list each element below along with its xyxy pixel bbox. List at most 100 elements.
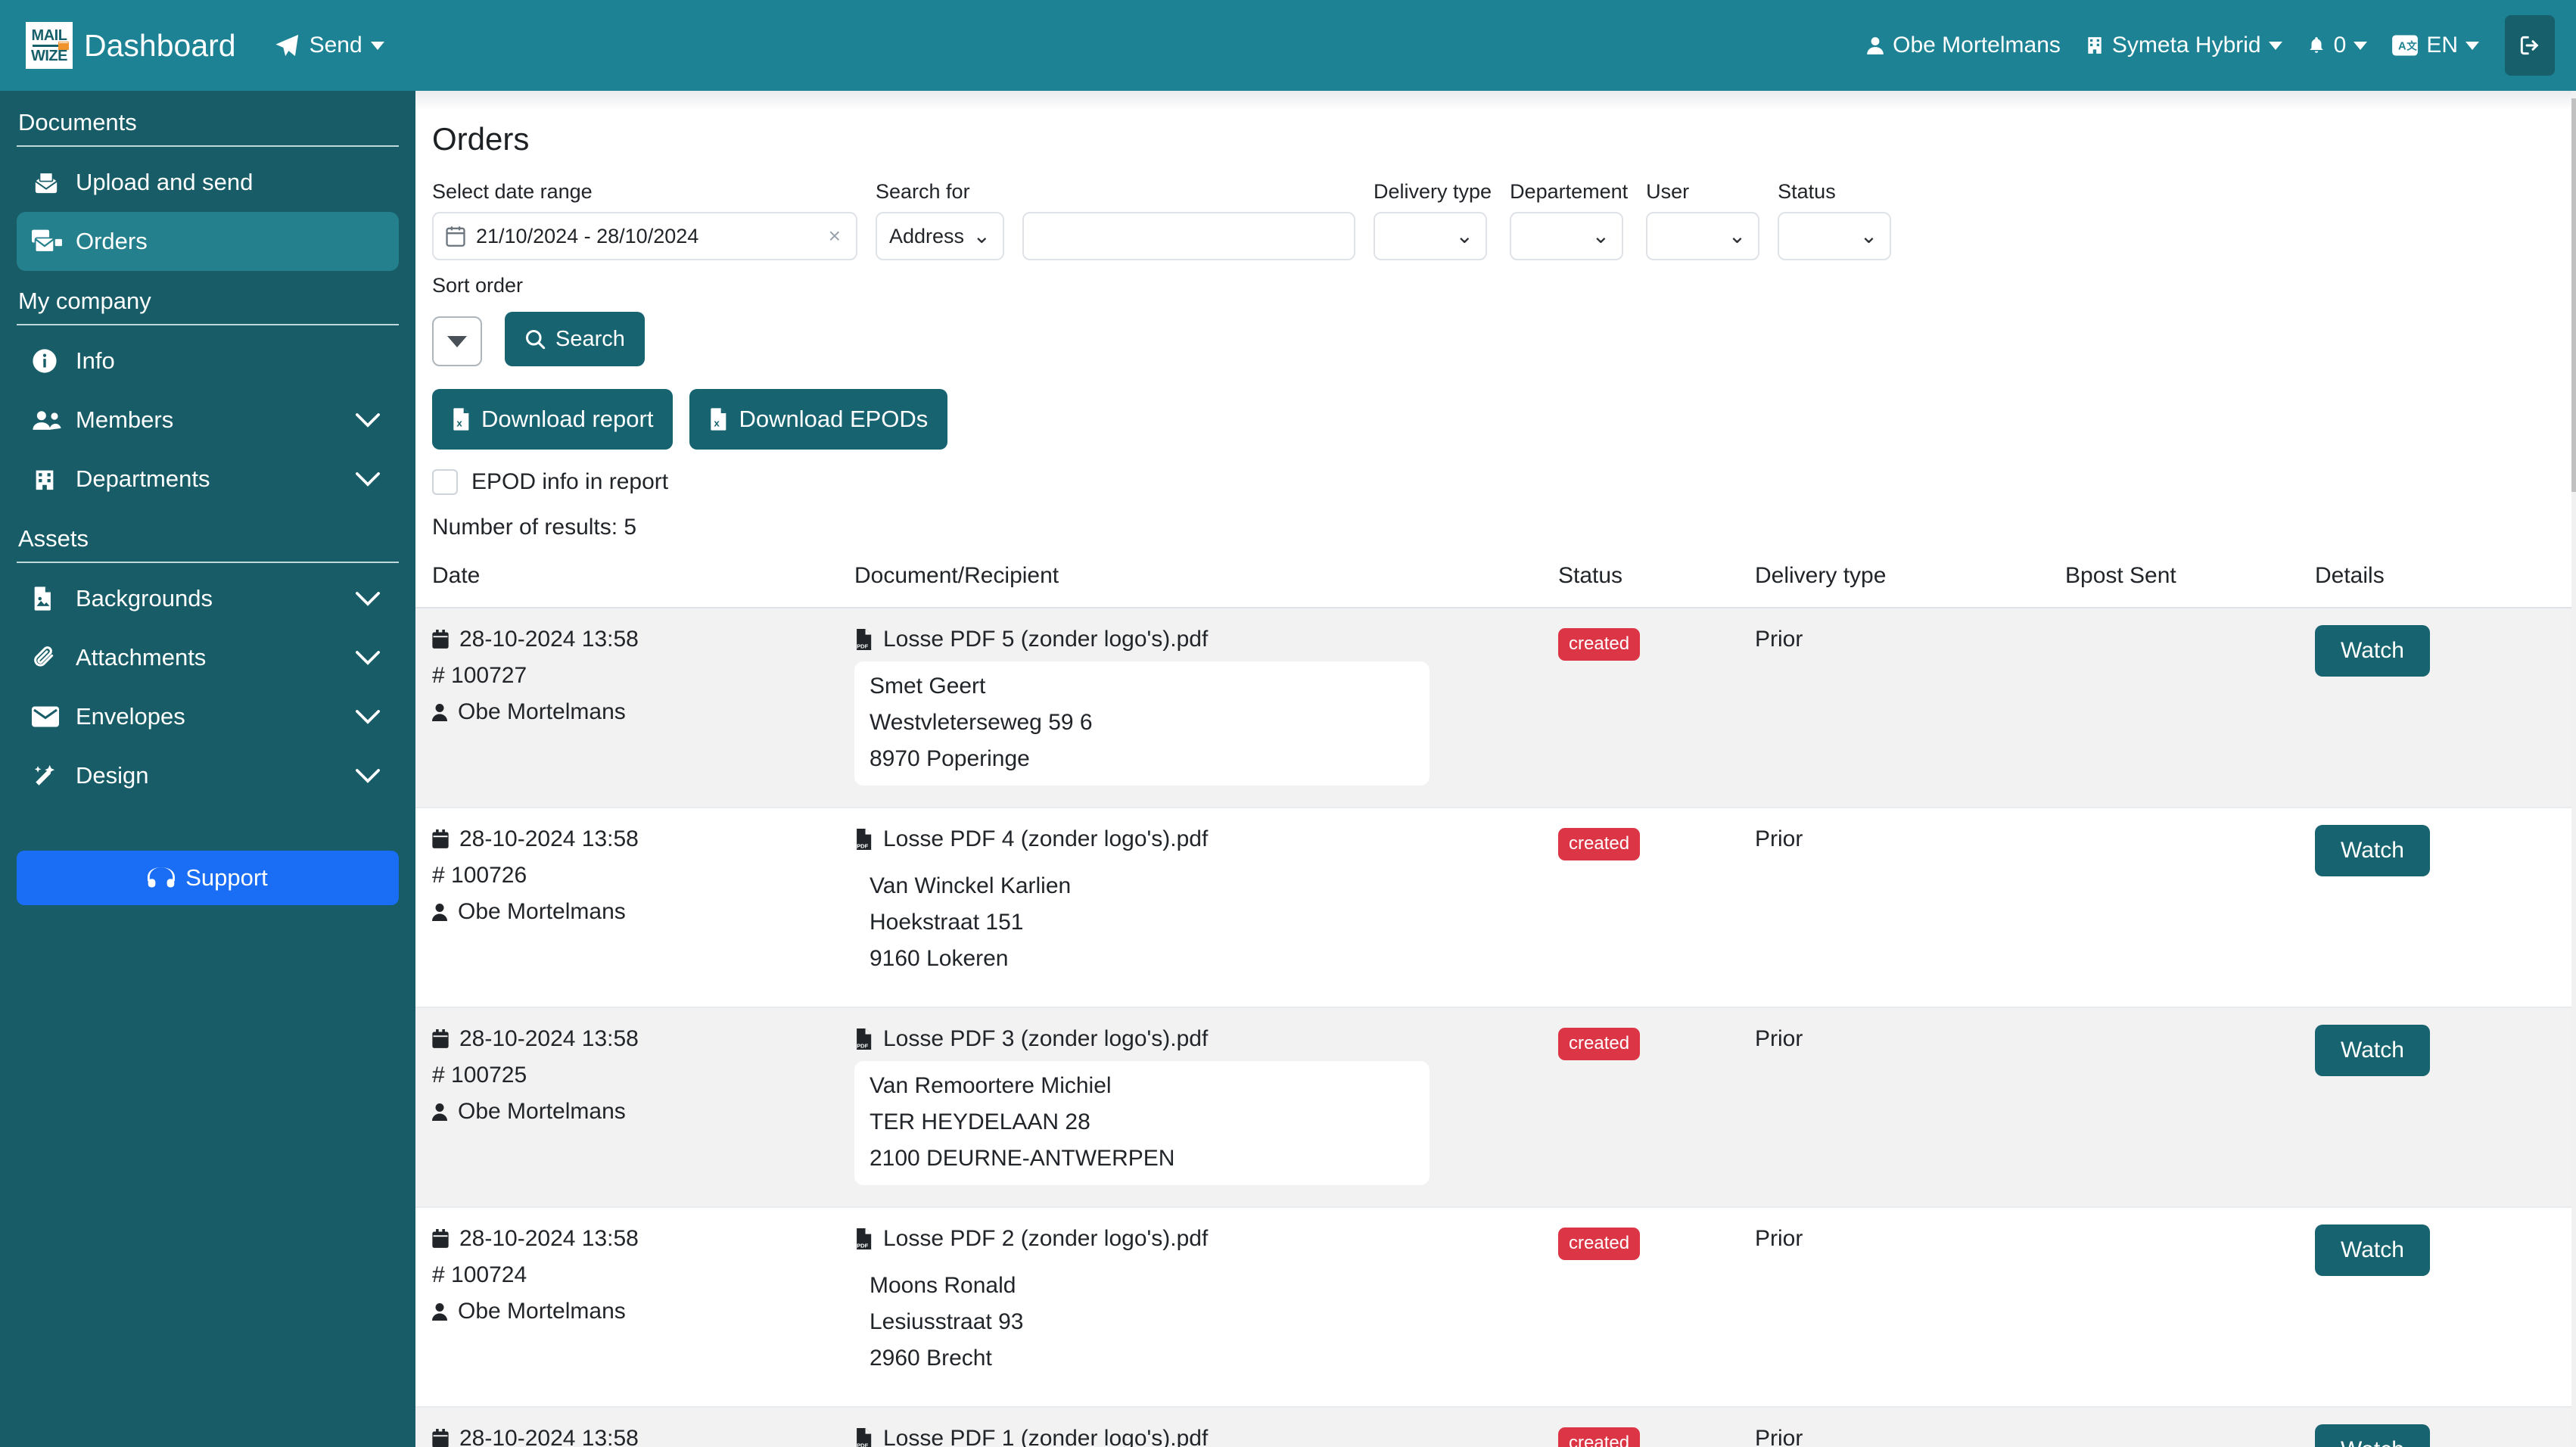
sidebar-item-attachments[interactable]: Attachments [17, 628, 399, 687]
row-bpost-sent [2065, 808, 2315, 826]
svg-text:文: 文 [2407, 40, 2418, 52]
watch-button[interactable]: Watch [2315, 625, 2430, 677]
chevron-down-icon[interactable] [355, 649, 381, 666]
page-title: Orders [432, 121, 530, 157]
sidebar-item-departments[interactable]: Departments [17, 450, 399, 509]
table-row[interactable]: 28-10-2024 13:58 # 100727 Obe Mortelmans… [415, 608, 2571, 808]
pdf-file-icon: PDF [854, 1428, 873, 1447]
sidebar-item-members[interactable]: Members [17, 391, 399, 450]
company-selector[interactable]: Symeta Hybrid [2073, 33, 2294, 58]
row-document-name[interactable]: Losse PDF 4 (zonder logo's).pdf [883, 826, 1208, 852]
app-title: Dashboard [84, 27, 236, 63]
search-input[interactable] [1022, 212, 1355, 260]
chevron-down-icon[interactable] [355, 708, 381, 725]
watch-button[interactable]: Watch [2315, 1225, 2430, 1276]
language-selector[interactable]: A文 EN [2379, 33, 2491, 58]
chevron-down-icon[interactable] [355, 471, 381, 487]
row-order-id: # 100726 [432, 863, 527, 888]
svg-text:PDF: PDF [857, 1242, 869, 1249]
user-label: User [1646, 180, 1690, 203]
row-delivery-type: Prior [1755, 627, 1803, 652]
cell-delivery-type: Prior [1755, 608, 2065, 808]
sidebar-item-envelopes[interactable]: Envelopes [17, 687, 399, 746]
orders-table: Date Document/Recipient Status Delivery … [415, 563, 2571, 1447]
row-document-name[interactable]: Losse PDF 1 (zonder logo's).pdf [883, 1426, 1208, 1447]
cell-details: Watch [2315, 1407, 2571, 1447]
send-menu[interactable]: Send [274, 33, 384, 58]
table-head: Date Document/Recipient Status Delivery … [415, 563, 2571, 608]
send-menu-label: Send [309, 33, 362, 58]
recipient-address: Van Winckel Karlien Hoekstraat 151 9160 … [854, 861, 1430, 985]
column-header-bpost-sent[interactable]: Bpost Sent [2065, 563, 2315, 608]
column-header-date[interactable]: Date [415, 563, 854, 608]
pdf-file-icon: PDF [854, 1228, 873, 1249]
sort-order-label: Sort order [432, 274, 524, 297]
support-button[interactable]: Support [17, 851, 399, 905]
svg-text:PDF: PDF [857, 1442, 869, 1447]
row-document-name[interactable]: Losse PDF 2 (zonder logo's).pdf [883, 1226, 1208, 1252]
column-header-status[interactable]: Status [1558, 563, 1755, 608]
user-account[interactable]: Obe Mortelmans [1853, 33, 2073, 58]
user-select[interactable]: ⌄ [1646, 212, 1760, 260]
logout-button[interactable] [2505, 15, 2555, 76]
brand[interactable]: MAIL WIZE Dashboard [26, 22, 236, 69]
watch-button[interactable]: Watch [2315, 1424, 2430, 1447]
table-row[interactable]: 28-10-2024 13:58 # 100724 Obe Mortelmans… [415, 1207, 2571, 1408]
search-button[interactable]: Search [505, 312, 645, 366]
download-actions: x Download report x Download EPODs [415, 366, 2571, 450]
recipient-line: Smet Geert [870, 674, 986, 699]
row-order-id: # 100724 [432, 1262, 527, 1287]
epod-info-checkbox[interactable] [432, 469, 458, 495]
calendar-icon [446, 226, 465, 247]
chevron-down-icon[interactable] [355, 590, 381, 607]
sidebar-item-backgrounds[interactable]: Backgrounds [17, 569, 399, 628]
table-row[interactable]: 28-10-2024 13:58 # 100726 Obe Mortelmans… [415, 808, 2571, 1008]
row-date: 28-10-2024 13:58 [459, 627, 639, 652]
column-header-delivery-type[interactable]: Delivery type [1755, 563, 2065, 608]
sidebar-item-label: Info [76, 347, 115, 374]
calendar-icon [432, 1229, 449, 1249]
cell-status: created [1558, 1407, 1755, 1447]
search-icon [524, 328, 546, 350]
download-report-button[interactable]: x Download report [432, 389, 674, 450]
row-document-name[interactable]: Losse PDF 3 (zonder logo's).pdf [883, 1026, 1208, 1052]
chevron-down-icon[interactable] [355, 412, 381, 428]
table-row[interactable]: 28-10-2024 13:58 # 100725 Obe Mortelmans… [415, 1007, 2571, 1208]
delivery-type-select[interactable]: ⌄ [1374, 212, 1487, 260]
sidebar-item-info[interactable]: Info [17, 331, 399, 391]
recipient-address: Smet Geert Westvleterseweg 59 6 8970 Pop… [854, 661, 1430, 786]
sidebar-item-orders[interactable]: Orders [17, 212, 399, 271]
sort-and-search-row: Search [415, 306, 2571, 366]
scrollbar-thumb[interactable] [2571, 98, 2576, 492]
sidebar-item-design[interactable]: Design [17, 746, 399, 805]
column-header-document[interactable]: Document/Recipient [854, 563, 1558, 608]
sort-order-select[interactable] [432, 316, 482, 366]
notifications[interactable]: 0 [2294, 33, 2380, 58]
download-epods-button[interactable]: x Download EPODs [689, 389, 948, 450]
cell-bpost-sent [2065, 1007, 2315, 1208]
recipient-line: Westvleterseweg 59 6 [870, 710, 1093, 735]
status-select[interactable]: ⌄ [1778, 212, 1892, 260]
chevron-down-icon[interactable] [355, 767, 381, 784]
watch-button[interactable]: Watch [2315, 825, 2430, 876]
departement-select[interactable]: ⌄ [1510, 212, 1624, 260]
date-range-input[interactable]: 21/10/2024 - 28/10/2024 × [432, 212, 857, 260]
row-document-name[interactable]: Losse PDF 5 (zonder logo's).pdf [883, 627, 1208, 652]
chevron-down-icon [2268, 41, 2282, 50]
watch-button[interactable]: Watch [2315, 1025, 2430, 1076]
sidebar-item-upload-and-send[interactable]: Upload and send [17, 153, 399, 212]
sidebar-section-assets: Assets [17, 509, 399, 563]
date-range-value: 21/10/2024 - 28/10/2024 [476, 224, 699, 247]
download-report-label: Download report [481, 406, 654, 432]
cell-document: PDFLosse PDF 1 (zonder logo's).pdf Rogie… [854, 1407, 1558, 1447]
clear-date-range-icon[interactable]: × [826, 224, 844, 248]
chevron-down-icon: ⌄ [1859, 224, 1878, 247]
recipient-line: Van Remoortere Michiel [870, 1073, 1112, 1098]
chevron-down-icon: ⌄ [1728, 224, 1747, 247]
search-for-select[interactable]: Address ⌄ [876, 212, 1004, 260]
column-header-details[interactable]: Details [2315, 563, 2571, 608]
table-row[interactable]: 28-10-2024 13:58 # 100723 Obe Mortelmans… [415, 1407, 2571, 1447]
cell-bpost-sent [2065, 608, 2315, 808]
row-user: Obe Mortelmans [458, 1099, 626, 1124]
bell-icon [2307, 33, 2326, 58]
